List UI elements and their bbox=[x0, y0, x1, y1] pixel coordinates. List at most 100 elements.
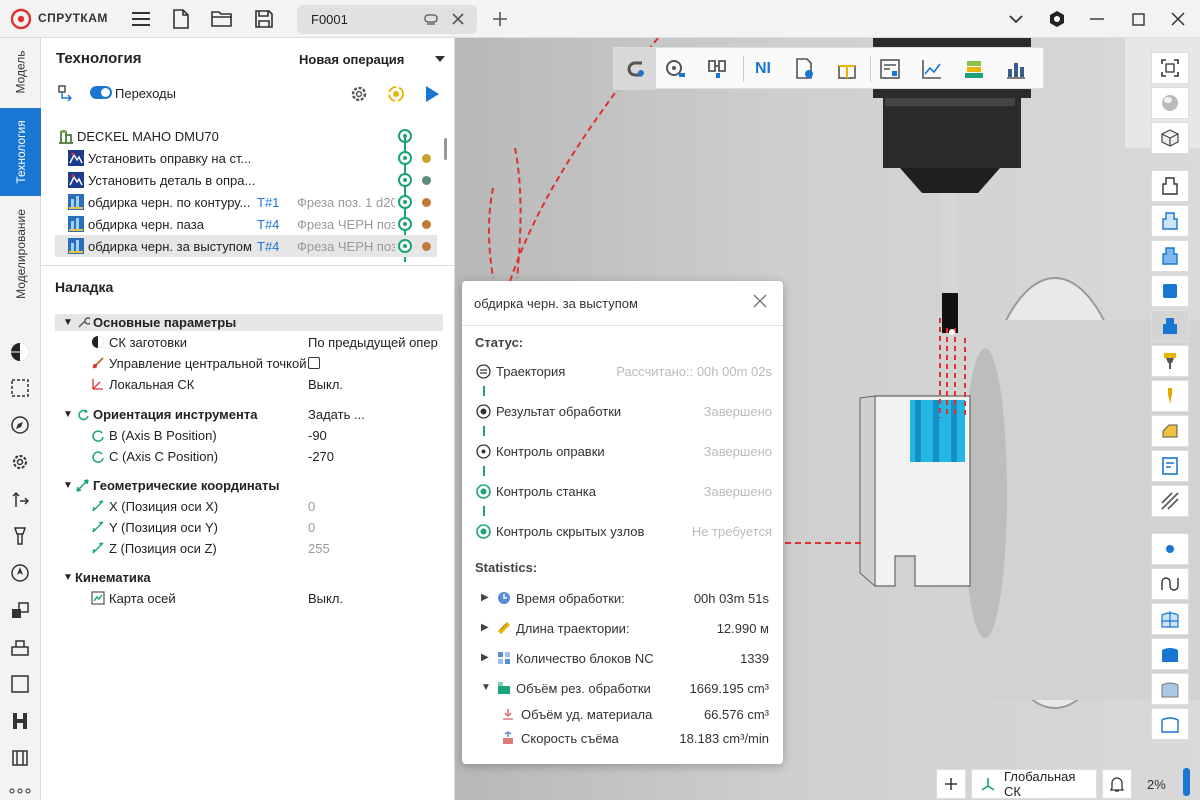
close-tab-icon[interactable] bbox=[452, 13, 464, 25]
bell-icon[interactable] bbox=[1102, 769, 1132, 799]
stock-solid-icon[interactable] bbox=[1151, 275, 1189, 307]
machine-blue-icon[interactable] bbox=[1151, 310, 1189, 342]
prop-c-axis[interactable]: C (Axis C Position) -270 bbox=[55, 447, 443, 467]
tab-f0001[interactable]: F0001 bbox=[297, 5, 477, 34]
prop-y[interactable]: Y (Позиция оси Y) 0 bbox=[55, 518, 443, 538]
hatch-icon[interactable] bbox=[1151, 485, 1189, 517]
holder-icon[interactable] bbox=[1151, 345, 1189, 377]
prop-local-cs[interactable]: Локальная СК Выкл. bbox=[55, 375, 443, 395]
chevron-down-icon[interactable]: ▼ bbox=[63, 409, 73, 420]
machine-view-icon[interactable] bbox=[706, 57, 730, 81]
fixture-outline-icon[interactable] bbox=[1151, 170, 1189, 202]
prop-x[interactable]: X (Позиция оси X) 0 bbox=[55, 497, 443, 517]
window-minimize-icon[interactable] bbox=[1085, 7, 1109, 31]
group-geometric-coords[interactable]: ▼ Геометрические координаты bbox=[55, 477, 443, 494]
prop-value[interactable]: 255 bbox=[308, 541, 330, 556]
chevron-down-icon[interactable]: ▼ bbox=[63, 480, 73, 491]
stat-removed-volume[interactable]: ▼ Объём рез. обработки 1669.195 cm³ bbox=[481, 679, 769, 699]
prop-cs-blank[interactable]: СК заготовки По предыдущей опер bbox=[55, 333, 443, 353]
settings-hex-icon[interactable] bbox=[1045, 7, 1069, 31]
nc-settings-icon[interactable] bbox=[793, 57, 817, 81]
chevron-down-icon[interactable]: ▼ bbox=[63, 572, 73, 583]
grid-blocks-icon[interactable] bbox=[1004, 57, 1028, 81]
stat-machining-time[interactable]: ▶ Время обработки: 00h 03m 51s bbox=[481, 589, 769, 609]
more-icon[interactable] bbox=[7, 778, 33, 800]
fit-view-icon[interactable] bbox=[1151, 52, 1189, 84]
mesh-surface-icon[interactable] bbox=[1151, 603, 1189, 635]
chevron-right-icon[interactable]: ▶ bbox=[481, 592, 489, 603]
operation-row[interactable]: обдирка черн. по контуру... T#1 Фреза по… bbox=[55, 191, 437, 213]
new-operation-caret-icon[interactable] bbox=[435, 56, 445, 62]
prop-value[interactable]: 0 bbox=[308, 520, 315, 535]
chevron-down-icon[interactable]: ▼ bbox=[481, 682, 491, 693]
chevron-right-icon[interactable]: ▶ bbox=[481, 652, 489, 663]
menu-icon[interactable] bbox=[129, 7, 153, 31]
chevron-down-icon[interactable]: ▼ bbox=[63, 317, 73, 328]
prop-tcp[interactable]: Управление центральной точкой bbox=[55, 354, 443, 374]
report-icon[interactable] bbox=[878, 57, 902, 81]
add-tab-icon[interactable] bbox=[488, 7, 512, 31]
recalculate-icon[interactable] bbox=[386, 84, 406, 104]
tab-technology[interactable]: Технология bbox=[0, 108, 41, 196]
shaded-sphere-icon[interactable] bbox=[1151, 87, 1189, 119]
part-blue-icon[interactable] bbox=[1151, 240, 1189, 272]
gear-icon[interactable] bbox=[7, 449, 33, 475]
tool-view-icon[interactable] bbox=[664, 57, 688, 81]
stat-nc-blocks[interactable]: ▶ Количество блоков NC 1339 bbox=[481, 649, 769, 669]
window-maximize-icon[interactable] bbox=[1126, 7, 1150, 31]
chart-icon[interactable] bbox=[920, 57, 944, 81]
prop-value[interactable]: -270 bbox=[308, 449, 334, 464]
cube-view-icon[interactable] bbox=[1151, 122, 1189, 154]
fixture-icon[interactable] bbox=[7, 634, 33, 660]
fixture-blue-icon[interactable] bbox=[1151, 205, 1189, 237]
prop-value[interactable]: По предыдущей опер bbox=[308, 335, 438, 350]
transitions-tree-icon[interactable] bbox=[57, 84, 77, 104]
clamp-icon[interactable] bbox=[7, 708, 33, 734]
nc-program-icon[interactable]: NI bbox=[751, 57, 775, 81]
curve-icon[interactable] bbox=[1151, 568, 1189, 600]
move-axes-icon[interactable] bbox=[7, 486, 33, 512]
surface-light-icon[interactable] bbox=[1151, 673, 1189, 705]
surface-solid-icon[interactable] bbox=[1151, 638, 1189, 670]
dropdown-chevron-icon[interactable] bbox=[1004, 7, 1028, 31]
gift-package-icon[interactable] bbox=[835, 57, 859, 81]
compass-icon[interactable] bbox=[7, 412, 33, 438]
prop-value[interactable]: Выкл. bbox=[308, 377, 343, 392]
prop-value[interactable]: Выкл. bbox=[308, 591, 343, 606]
group-value[interactable]: Задать ... bbox=[308, 407, 365, 422]
prop-z[interactable]: Z (Позиция оси Z) 255 bbox=[55, 539, 443, 559]
cutter-icon[interactable] bbox=[7, 523, 33, 549]
operation-row[interactable]: обдирка черн. паза T#4 Фреза ЧЕРН поз bbox=[55, 213, 437, 235]
surface-outline-icon[interactable] bbox=[1151, 708, 1189, 740]
stat-trajectory-length[interactable]: ▶ Длина траектории: 12.990 м bbox=[481, 619, 769, 639]
open-folder-icon[interactable] bbox=[210, 7, 234, 31]
tcp-checkbox[interactable] bbox=[308, 357, 320, 369]
minimize-tab-icon[interactable] bbox=[424, 14, 438, 26]
operation-row-selected[interactable]: обдирка черн. за выступом T#4 Фреза ЧЕРН… bbox=[55, 235, 437, 257]
transitions-toggle[interactable] bbox=[90, 86, 112, 99]
prop-axis-map[interactable]: Карта осей Выкл. bbox=[55, 589, 443, 609]
save-icon[interactable] bbox=[252, 7, 276, 31]
drill-tool-icon[interactable] bbox=[1151, 380, 1189, 412]
tab-simulation[interactable]: Моделирование bbox=[0, 198, 41, 310]
sphere-view-icon[interactable] bbox=[7, 339, 33, 365]
prop-b-axis[interactable]: B (Axis B Position) -90 bbox=[55, 426, 443, 446]
stock-box-icon[interactable] bbox=[7, 671, 33, 697]
tree-scrollbar[interactable] bbox=[444, 138, 447, 160]
coord-system-selector[interactable]: Глобальная СК bbox=[971, 769, 1097, 799]
close-icon[interactable] bbox=[752, 293, 768, 309]
new-file-icon[interactable] bbox=[169, 7, 193, 31]
settings-gear-icon[interactable] bbox=[349, 84, 369, 104]
new-operation-button[interactable]: Новая операция bbox=[299, 52, 404, 67]
chevron-right-icon[interactable]: ▶ bbox=[481, 622, 489, 633]
group-basic-params[interactable]: ▼ Основные параметры bbox=[55, 314, 443, 331]
dashed-box-icon[interactable] bbox=[7, 375, 33, 401]
program-blue-icon[interactable] bbox=[1151, 450, 1189, 482]
vise-icon[interactable] bbox=[7, 745, 33, 771]
operation-row[interactable]: Установить оправку на ст... bbox=[55, 147, 437, 169]
group-tool-orientation[interactable]: ▼ Ориентация инструмента Задать ... bbox=[55, 406, 443, 423]
add-view-icon[interactable] bbox=[936, 769, 966, 799]
window-close-icon[interactable] bbox=[1166, 7, 1190, 31]
point-icon[interactable] bbox=[1151, 533, 1189, 565]
prop-value[interactable]: 0 bbox=[308, 499, 315, 514]
